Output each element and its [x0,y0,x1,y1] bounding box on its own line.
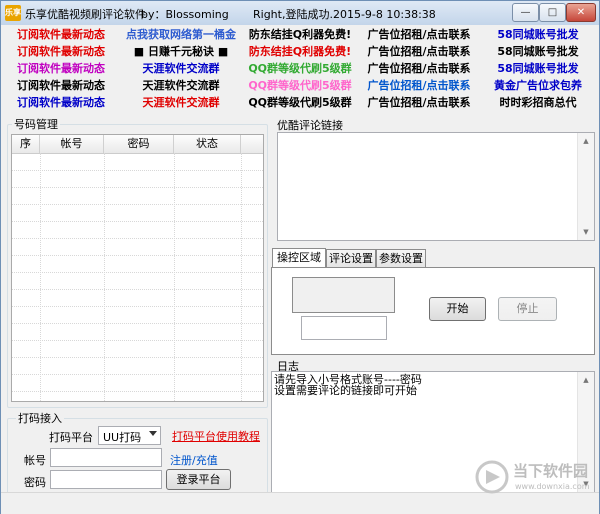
ad-link[interactable]: QQ群等级代刷5级群 [243,60,357,77]
window-title: 乐享优酷视频刷评论软件 [25,8,146,21]
ad-link[interactable]: 订阅软件最新动态 [5,77,117,94]
table-row-line [12,170,263,171]
ad-link[interactable]: 点我获取网络第一桶金 [123,26,239,43]
ad-link[interactable]: 订阅软件最新动态 [5,60,117,77]
table-row-line [12,272,263,273]
captcha-account-input[interactable] [50,448,162,467]
register-link[interactable]: 注册/充值 [170,452,218,468]
maximize-button[interactable]: □ [539,3,566,22]
control-area-panel: 开始 停止 [271,267,595,355]
watermark-text-en: www.downxia.com [515,482,590,491]
ad-link[interactable]: 58同城账号批发 [479,26,597,43]
column-header-status[interactable]: 状态 [174,135,241,153]
password-label: 密码 [24,476,46,489]
table-row-line [12,340,263,341]
ad-link[interactable]: 黄金广告位求包养 [479,77,597,94]
ad-links-row: 订阅软件最新动态 天涯软件交流群 QQ群等级代刷5级群 广告位招租/点击联系 58同城账… [5,60,597,77]
account-management-title: 号码管理 [12,118,60,131]
ad-links-panel: 订阅软件最新动态 点我获取网络第一桶金 防东结挂Q利器免费! 广告位招租/点击联系 58… [5,26,597,112]
account-table-header: 序 帐号 密码 状态 [12,135,263,154]
column-header-password[interactable]: 密码 [104,135,174,153]
captcha-image-box [292,277,395,313]
ad-link[interactable]: 58同城账号批发 [479,60,597,77]
title-bar[interactable]: 乐享 乐享优酷视频刷评论软件 by：Blossoming Right,登陆成功.… [1,1,599,25]
table-row-line [12,221,263,222]
ad-link[interactable]: 防东结挂Q利器免费! [243,26,357,43]
table-column-line [104,153,105,401]
login-status: Right,登陆成功.2015-9-8 10:38:38 [253,8,436,21]
table-column-line [174,153,175,401]
ad-links-row: 订阅软件最新动态 点我获取网络第一桶金 防东结挂Q利器免费! 广告位招租/点击联系 58… [5,26,597,43]
watermark-logo-icon [475,460,509,494]
close-button[interactable]: ✕ [566,3,596,22]
ad-link[interactable]: 58同城账号批发 [479,43,597,60]
chevron-down-icon [149,431,157,436]
ad-link[interactable]: 天涯软件交流群 [123,60,239,77]
watermark-text-cn: 当下软件园 [513,462,589,480]
watermark: 当下软件园 www.downxia.com [475,455,591,499]
table-row-line [12,357,263,358]
tab-control-area[interactable]: 操控区域 [272,248,326,268]
table-column-line [40,153,41,401]
table-row-line [12,374,263,375]
tab-parameter-settings[interactable]: 参数设置 [376,249,426,268]
stop-button[interactable]: 停止 [498,297,557,321]
ad-link[interactable]: 广告位招租/点击联系 [361,94,477,111]
ad-link[interactable]: 广告位招租/点击联系 [361,60,477,77]
captcha-code-input[interactable] [301,316,387,340]
ad-links-row: 订阅软件最新动态 天涯软件交流群 QQ群等级代刷5级群 广告位招租/点击联系 黄金广告位… [5,77,597,94]
close-icon: ✕ [576,7,586,18]
table-row-line [12,289,263,290]
table-row-line [12,255,263,256]
ad-link[interactable]: QQ群等级代刷5级群 [243,94,357,111]
ad-link[interactable]: 订阅软件最新动态 [5,94,117,111]
ad-links-row: 订阅软件最新动态 天涯软件交流群 QQ群等级代刷5级群 广告位招租/点击联系 时时彩招商… [5,94,597,111]
comment-links-input[interactable]: ▲ ▼ [277,132,595,241]
table-row-line [12,391,263,392]
captcha-group-title: 打码接入 [16,412,64,425]
ad-link[interactable]: 订阅软件最新动态 [5,43,117,60]
ad-link[interactable]: 天涯软件交流群 [123,77,239,94]
platform-select-value: UU打码 [103,431,142,444]
app-icon: 乐享 [5,5,21,21]
ad-link[interactable]: 天涯软件交流群 [123,94,239,111]
table-column-line [241,153,242,401]
ad-link[interactable]: QQ群等级代刷5级群 [243,77,357,94]
minimize-icon: — [520,7,531,18]
ad-link[interactable]: 广告位招租/点击联系 [361,26,477,43]
ad-link[interactable]: 广告位招租/点击联系 [361,77,477,94]
platform-select[interactable]: UU打码 [98,426,161,445]
minimize-button[interactable]: — [512,3,539,22]
comment-links-title: 优酷评论链接 [277,119,343,132]
ad-link[interactable]: 广告位招租/点击联系 [361,43,477,60]
table-row-line [12,323,263,324]
comment-links-scrollbar[interactable]: ▲ ▼ [577,133,594,240]
log-line-2: 设置需要评论的链接即可开始 [274,384,417,397]
table-row-line [12,204,263,205]
ad-link[interactable]: 订阅软件最新动态 [5,26,117,43]
start-button[interactable]: 开始 [429,297,486,321]
account-label: 帐号 [24,454,46,467]
tab-comment-settings[interactable]: 评论设置 [326,249,376,268]
maximize-icon: □ [547,7,558,18]
login-platform-button[interactable]: 登录平台 [166,469,231,490]
app-window: 乐享 乐享优酷视频刷评论软件 by：Blossoming Right,登陆成功.… [0,0,600,514]
ad-link[interactable]: ■ 日赚千元秘诀 ■ [123,43,239,60]
scroll-up-icon[interactable]: ▲ [578,133,594,149]
ad-link[interactable]: 时时彩招商总代 [479,94,597,111]
table-row-line [12,187,263,188]
captcha-password-input[interactable] [50,470,162,489]
ad-link[interactable]: 防东结挂Q利器免费! [243,43,357,60]
table-row-line [12,238,263,239]
platform-label: 打码平台 [49,431,93,444]
table-row-line [12,306,263,307]
scroll-down-icon[interactable]: ▼ [578,224,594,240]
account-table[interactable]: 序 帐号 密码 状态 [11,134,264,402]
log-scroll-up-icon[interactable]: ▲ [578,372,594,388]
author-credit: by：Blossoming [141,8,229,21]
tutorial-link[interactable]: 打码平台使用教程 [172,428,260,444]
column-header-index[interactable]: 序 [12,135,40,153]
ad-links-row: 订阅软件最新动态 ■ 日赚千元秘诀 ■ 防东结挂Q利器免费! 广告位招租/点击联系 58… [5,43,597,60]
column-header-account[interactable]: 帐号 [40,135,104,153]
